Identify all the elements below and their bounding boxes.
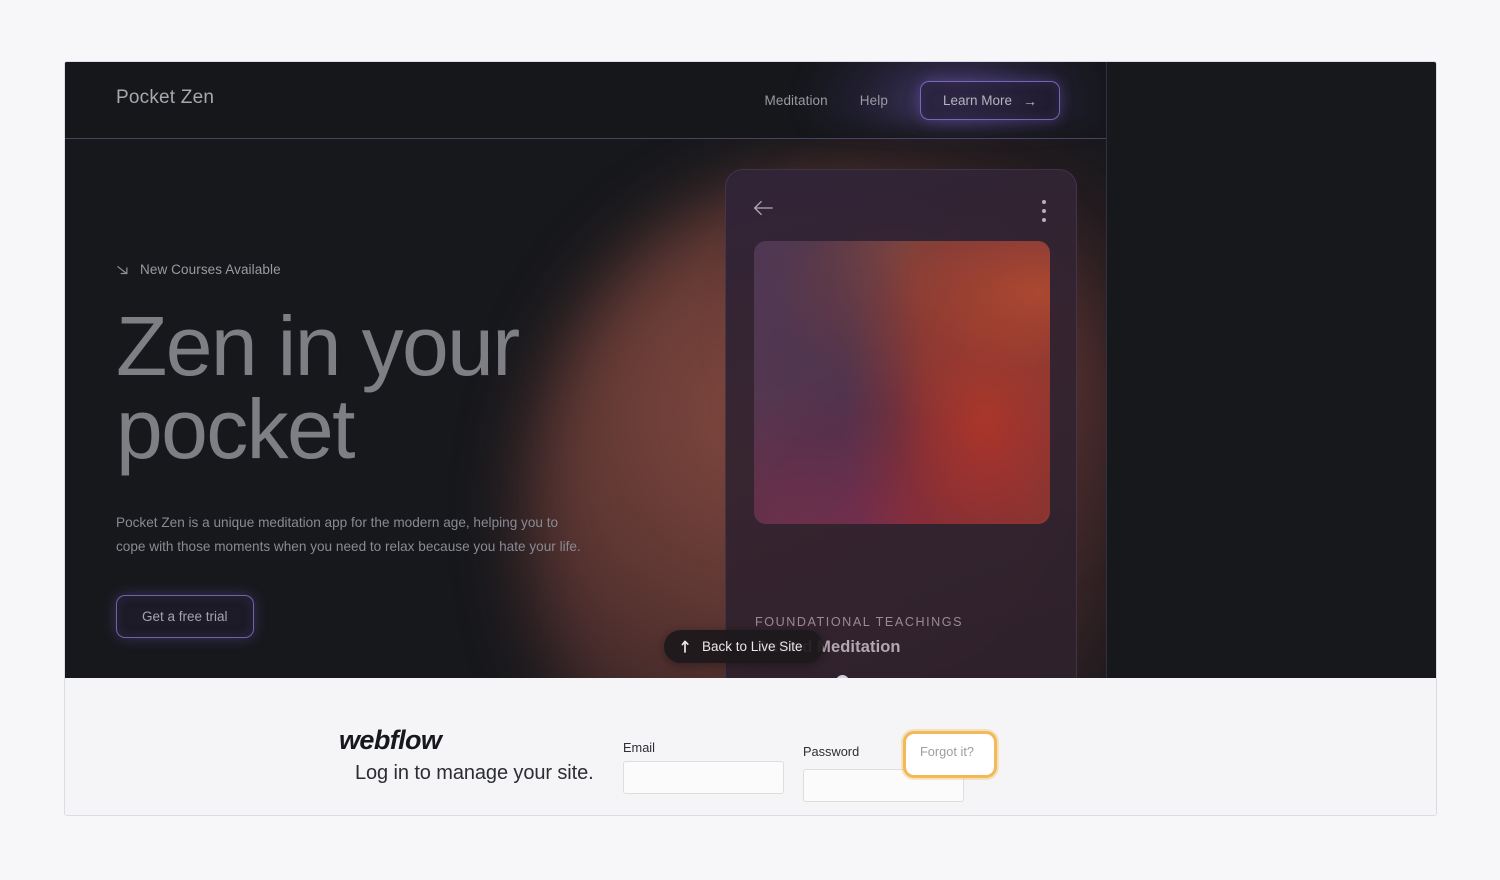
- app-card-topbar: [726, 170, 1076, 248]
- curved-arrow-up-icon: [681, 640, 689, 653]
- back-to-live-site-button[interactable]: Back to Live Site: [664, 630, 823, 663]
- webflow-logo: webflow: [339, 725, 442, 755]
- forgot-password-wrapper: Forgot it?: [902, 731, 997, 778]
- learn-more-label: Learn More: [942, 93, 1012, 108]
- arrow-left-icon[interactable]: [752, 199, 774, 217]
- site-brand-logo[interactable]: Pocket Zen: [116, 87, 214, 109]
- hero-eyebrow: New Courses Available: [116, 262, 636, 277]
- email-field[interactable]: [623, 761, 784, 794]
- login-branding: webflow Log in to manage your site.: [339, 725, 669, 785]
- webflow-login-bar: webflow Log in to manage your site. Emai…: [65, 678, 1436, 815]
- learn-more-button[interactable]: Learn More →: [919, 81, 1060, 120]
- diagonal-arrow-icon: [117, 266, 128, 275]
- site-viewport: Pocket Zen Meditation Help Learn More →: [65, 62, 1106, 678]
- hero-subcopy: Pocket Zen is a unique meditation app fo…: [116, 515, 581, 555]
- nav-link-help[interactable]: Help: [860, 93, 888, 108]
- forgot-password-link[interactable]: Forgot it?: [912, 740, 981, 763]
- back-to-live-site-label: Back to Live Site: [702, 639, 803, 654]
- arrow-right-icon: →: [1023, 92, 1037, 109]
- browser-preview-frame: Pocket Zen Meditation Help Learn More →: [64, 61, 1437, 816]
- site-preview: Pocket Zen Meditation Help Learn More →: [65, 62, 1436, 678]
- viewport-edge-divider: [1106, 62, 1107, 678]
- nav-link-meditation[interactable]: Meditation: [764, 93, 827, 108]
- hero-eyebrow-label: New Courses Available: [140, 262, 281, 277]
- card-eyebrow-label: FOUNDATIONAL TEACHINGS: [755, 615, 964, 629]
- password-field-group: Password Forgot it?: [803, 731, 997, 802]
- gradient-artwork: [754, 241, 1050, 524]
- site-navbar: Pocket Zen Meditation Help Learn More →: [65, 62, 1106, 139]
- progress-knob[interactable]: [835, 675, 849, 678]
- password-label: Password: [803, 744, 860, 759]
- password-label-row: Password Forgot it?: [803, 731, 997, 778]
- login-tagline: Log in to manage your site.: [355, 762, 594, 784]
- hero-headline: Zen in your pocket: [116, 299, 520, 477]
- navbar-links: Meditation Help Learn More →: [764, 62, 1060, 139]
- kebab-menu-icon[interactable]: [1042, 200, 1046, 227]
- get-free-trial-button[interactable]: Get a free trial: [116, 594, 254, 638]
- email-field-group: Email: [623, 740, 784, 794]
- email-label: Email: [623, 740, 655, 755]
- app-preview-card: FOUNDATIONAL TEACHINGS Guided Meditation: [725, 169, 1077, 678]
- hero-content: New Courses Available Zen in your pocket…: [116, 262, 636, 638]
